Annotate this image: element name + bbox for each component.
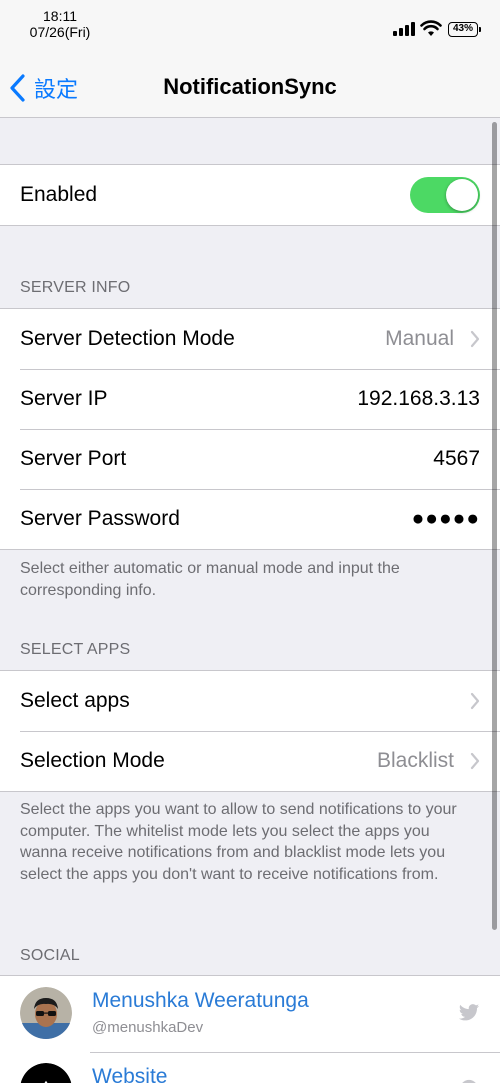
status-date: 07/26(Fri) (29, 24, 91, 40)
server-detection-mode-row[interactable]: Server Detection Mode Manual (0, 309, 500, 369)
server-detection-mode-label: Server Detection Mode (20, 327, 235, 350)
select-apps-row[interactable]: Select apps (0, 671, 500, 731)
chevron-right-icon (470, 752, 480, 770)
server-ip-label: Server IP (20, 387, 108, 410)
scrollbar[interactable] (492, 122, 497, 930)
chevron-right-icon (470, 692, 480, 710)
select-apps-group: Select apps Selection Mode Blacklist (0, 670, 500, 792)
navigation-bar: 設定 NotificationSync (0, 50, 500, 118)
enabled-toggle[interactable] (410, 177, 480, 213)
server-password-label: Server Password (20, 507, 180, 530)
server-password-field[interactable]: ●●●●● (412, 489, 480, 549)
wifi-icon (420, 20, 442, 36)
server-ip-row[interactable]: Server IP 192.168.3.13 (0, 369, 500, 429)
status-bar: 18:11 07/26(Fri) 43% (0, 0, 500, 50)
server-port-label: Server Port (20, 447, 127, 470)
server-ip-value[interactable]: 192.168.3.13 (357, 369, 480, 429)
server-detection-mode-value: Manual (385, 327, 454, 350)
page-title: NotificationSync (163, 74, 337, 99)
social-row-website[interactable]: Website (0, 1052, 500, 1083)
server-port-value[interactable]: 4567 (433, 429, 480, 489)
select-apps-label: Select apps (20, 689, 130, 712)
chevron-right-icon (470, 330, 480, 348)
social-row-twitter[interactable]: Menushka Weeratunga @menushkaDev (0, 976, 500, 1052)
avatar (20, 987, 72, 1039)
social-name: Menushka Weeratunga (92, 989, 309, 1012)
cellular-signal-icon (393, 22, 415, 36)
safari-icon (462, 1079, 476, 1083)
server-info-footer: Select either automatic or manual mode a… (20, 560, 400, 599)
website-avatar (20, 1063, 72, 1083)
twitter-icon (458, 1004, 480, 1021)
select-apps-footer: Select the apps you want to allow to sen… (20, 801, 457, 883)
battery-icon: 43% (448, 22, 481, 37)
server-port-row[interactable]: Server Port 4567 (0, 429, 500, 489)
selection-mode-value: Blacklist (376, 749, 454, 772)
selection-mode-row[interactable]: Selection Mode Blacklist (0, 731, 500, 791)
enabled-group: Enabled (0, 164, 500, 226)
social-handle: @menushkaDev (92, 1019, 204, 1036)
enabled-row: Enabled (0, 165, 500, 225)
server-password-row[interactable]: Server Password ●●●●● (0, 489, 500, 549)
status-time: 18:11 (43, 8, 77, 24)
social-header: SOCIAL (20, 947, 80, 964)
social-name: Website (92, 1065, 168, 1083)
enabled-label: Enabled (20, 183, 98, 206)
server-info-header: SERVER INFO (20, 279, 131, 296)
toggle-knob (446, 179, 478, 211)
select-apps-header: SELECT APPS (20, 641, 131, 658)
social-group: Menushka Weeratunga @menushkaDev Website (0, 975, 500, 1083)
selection-mode-label: Selection Mode (20, 749, 165, 772)
server-info-group: Server Detection Mode Manual Server IP 1… (0, 308, 500, 550)
